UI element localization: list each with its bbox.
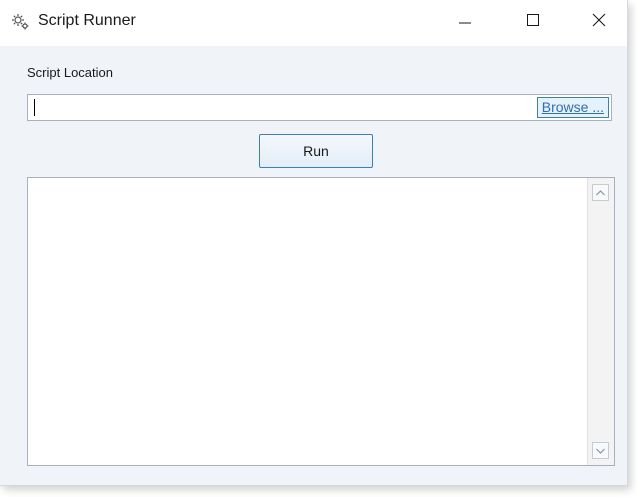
script-location-label: Script Location xyxy=(27,65,113,80)
close-icon xyxy=(592,13,606,27)
vertical-scrollbar[interactable] xyxy=(587,178,614,465)
chevron-up-icon xyxy=(596,189,605,195)
script-location-input[interactable]: Browse ... xyxy=(27,94,612,121)
gear-icon xyxy=(10,11,30,31)
window-title: Script Runner xyxy=(38,12,136,29)
title-bar[interactable]: Script Runner xyxy=(0,0,627,46)
maximize-button[interactable] xyxy=(510,0,556,40)
minimize-button[interactable] xyxy=(442,0,488,40)
run-button[interactable]: Run xyxy=(259,134,373,168)
chevron-down-icon xyxy=(596,448,605,454)
output-textarea[interactable] xyxy=(27,177,615,466)
scroll-up-button[interactable] xyxy=(592,184,609,201)
script-runner-window: Script Runner Script Location Browse ...… xyxy=(0,0,628,486)
scroll-down-button[interactable] xyxy=(592,442,609,459)
close-button[interactable] xyxy=(576,0,622,40)
maximize-icon xyxy=(527,14,539,26)
minimize-icon xyxy=(459,22,471,24)
text-caret xyxy=(34,99,35,116)
browse-button[interactable]: Browse ... xyxy=(536,97,609,118)
